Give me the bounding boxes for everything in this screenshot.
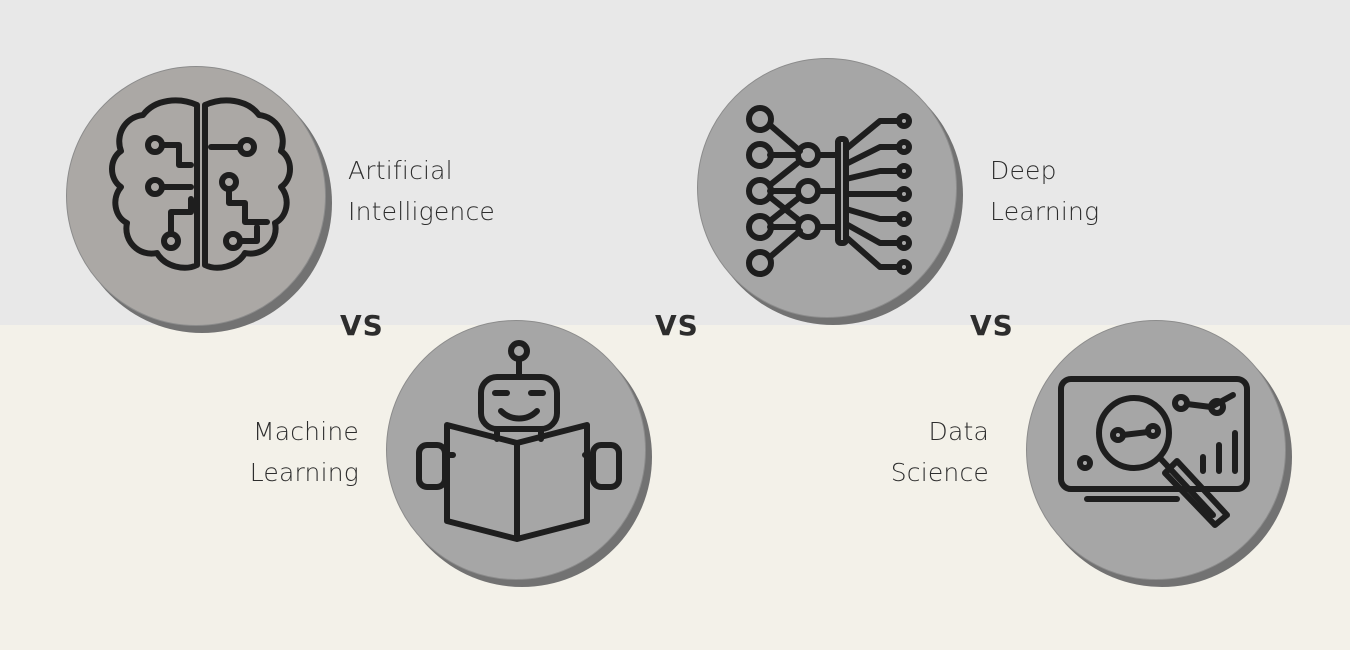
- ds-label: Data Science: [891, 411, 989, 493]
- ai-label-line2: Intelligence: [348, 197, 495, 226]
- ds-label-line1: Data: [928, 417, 989, 446]
- ml-circle: [386, 320, 646, 580]
- ai-circle: [66, 66, 326, 326]
- ml-label-line1: Machine: [252, 417, 359, 446]
- ds-label-line2: Science: [890, 458, 989, 487]
- ml-label-line2: Learning: [249, 458, 359, 487]
- ai-label: Artificial Intelligence: [348, 150, 495, 232]
- vs-separator-3: VS: [970, 309, 1014, 342]
- magnifier-chart-icon: [1058, 376, 1250, 528]
- neural-network-icon: [746, 105, 912, 277]
- dl-label-line2: Learning: [990, 197, 1100, 226]
- brain-circuit-icon: [109, 97, 293, 271]
- dl-label-line1: Deep: [990, 156, 1057, 185]
- ml-label: Machine Learning: [250, 411, 359, 493]
- vs-separator-2: VS: [655, 309, 699, 342]
- dl-circle: [697, 58, 957, 318]
- dl-label: Deep Learning: [990, 150, 1099, 232]
- vs-separator-1: VS: [340, 309, 384, 342]
- ai-label-line1: Artificial: [348, 156, 453, 185]
- robot-reading-book-icon: [416, 340, 622, 542]
- ds-circle: [1026, 320, 1286, 580]
